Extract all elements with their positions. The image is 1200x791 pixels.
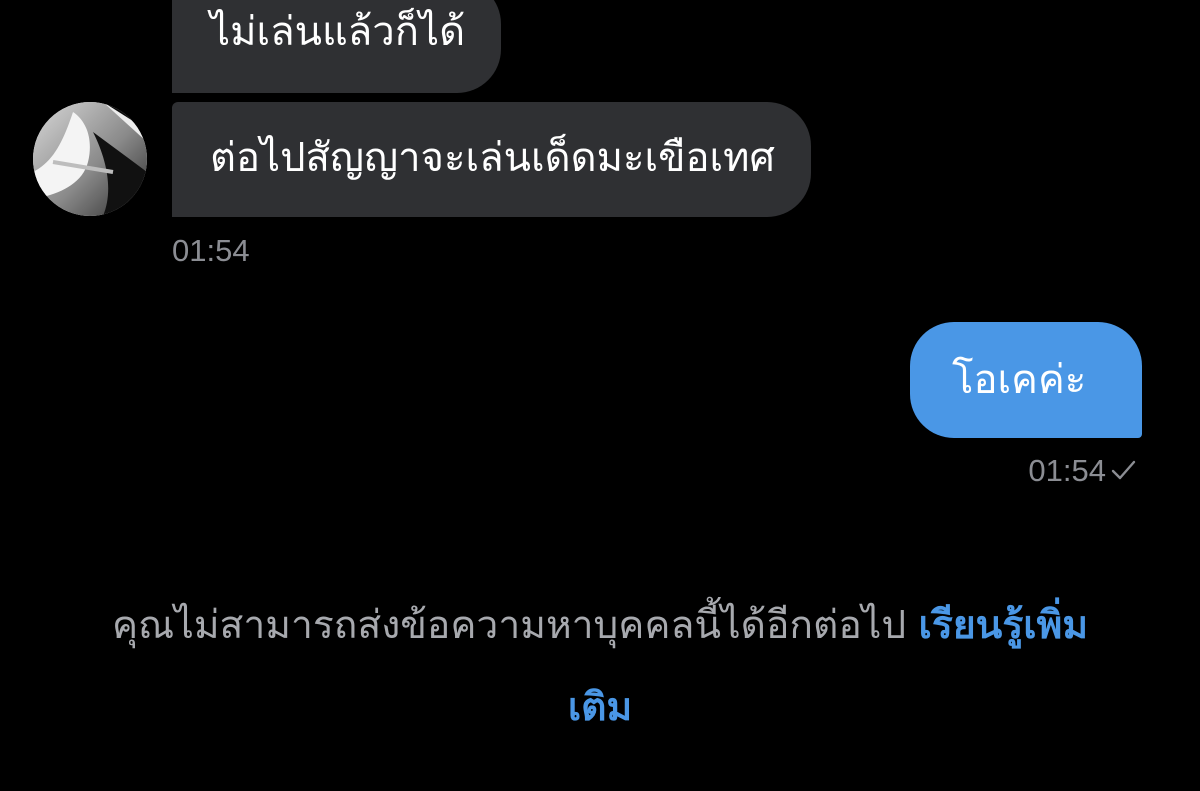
notice-line-1: คุณไม่สามารถส่งข้อความหาบุคคลนี้ได้อีกต่…: [0, 585, 1200, 667]
incoming-message-bubble[interactable]: ไม่เล่นแล้วก็ได้: [172, 0, 502, 93]
outgoing-timestamp: 01:54: [1028, 453, 1106, 488]
message-text: โอเคค่ะ: [952, 357, 1087, 403]
learn-more-link[interactable]: เรียนรู้เพิ่ม: [919, 603, 1088, 648]
chat-screen: ไม่เล่นแล้วก็ได้ ต่อไปสัญญาจะเล่นเด็ดมะเ…: [0, 0, 1200, 791]
contact-avatar[interactable]: [33, 102, 147, 216]
outgoing-message-bubble[interactable]: โอเคค่ะ: [910, 322, 1142, 438]
check-icon: [1111, 460, 1136, 480]
notice-text: คุณไม่สามารถส่งข้อความหาบุคคลนี้ได้อีกต่…: [111, 603, 907, 648]
incoming-timestamp: 01:54: [172, 233, 250, 268]
message-text: ไม่เล่นแล้วก็ได้: [210, 9, 466, 55]
message-text: ต่อไปสัญญาจะเล่นเด็ดมะเขือเทศ: [210, 135, 775, 181]
incoming-message-bubble[interactable]: ต่อไปสัญญาจะเล่นเด็ดมะเขือเทศ: [172, 102, 811, 217]
cannot-message-notice: คุณไม่สามารถส่งข้อความหาบุคคลนี้ได้อีกต่…: [0, 585, 1200, 749]
learn-more-link-continued[interactable]: เติม: [0, 667, 1200, 749]
avatar-photo-icon: [33, 102, 147, 216]
